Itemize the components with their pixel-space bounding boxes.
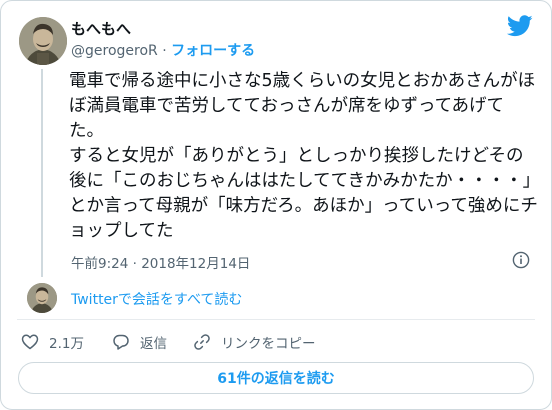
thread-line: [41, 69, 43, 277]
tweet-card: もへもへ @gerogeroR · フォローする 電車で帰る途中に小さな5歳くら…: [0, 0, 552, 410]
reply-label: 返信: [140, 336, 167, 352]
link-icon: [194, 334, 210, 350]
heart-icon: [21, 334, 39, 350]
author-display-name[interactable]: もへもへ: [71, 18, 131, 39]
author-handle-row: @gerogeroR · フォローする: [71, 40, 255, 60]
twitter-bird-icon[interactable]: [507, 15, 533, 37]
tweet-text: 電車で帰る途中に小さな5歳くらいの女児とおかあさんがほぼ満員電車で苦労してておっ…: [69, 71, 538, 241]
copy-link-label: リンクをコピー: [221, 336, 316, 352]
like-count: 2.1万: [49, 336, 84, 352]
reply-bubble-icon: [113, 334, 129, 350]
follow-button[interactable]: フォローする: [171, 43, 255, 59]
read-conversation-link[interactable]: Twitterで会話をすべて読む: [71, 289, 242, 309]
separator: ·: [162, 43, 167, 59]
tweet-timestamp[interactable]: 午前9:24 · 2018年12月14日: [71, 252, 250, 272]
copy-link-button[interactable]: リンクをコピー: [193, 332, 316, 352]
conversation-avatar: [27, 283, 57, 313]
read-replies-button[interactable]: 61件の返信を読む: [18, 362, 534, 394]
divider: [17, 319, 535, 320]
like-button[interactable]: 2.1万: [21, 332, 84, 352]
author-avatar[interactable]: [19, 17, 67, 65]
author-handle[interactable]: @gerogeroR: [71, 43, 158, 59]
reply-button[interactable]: 返信: [112, 332, 167, 352]
info-icon[interactable]: [512, 251, 530, 269]
